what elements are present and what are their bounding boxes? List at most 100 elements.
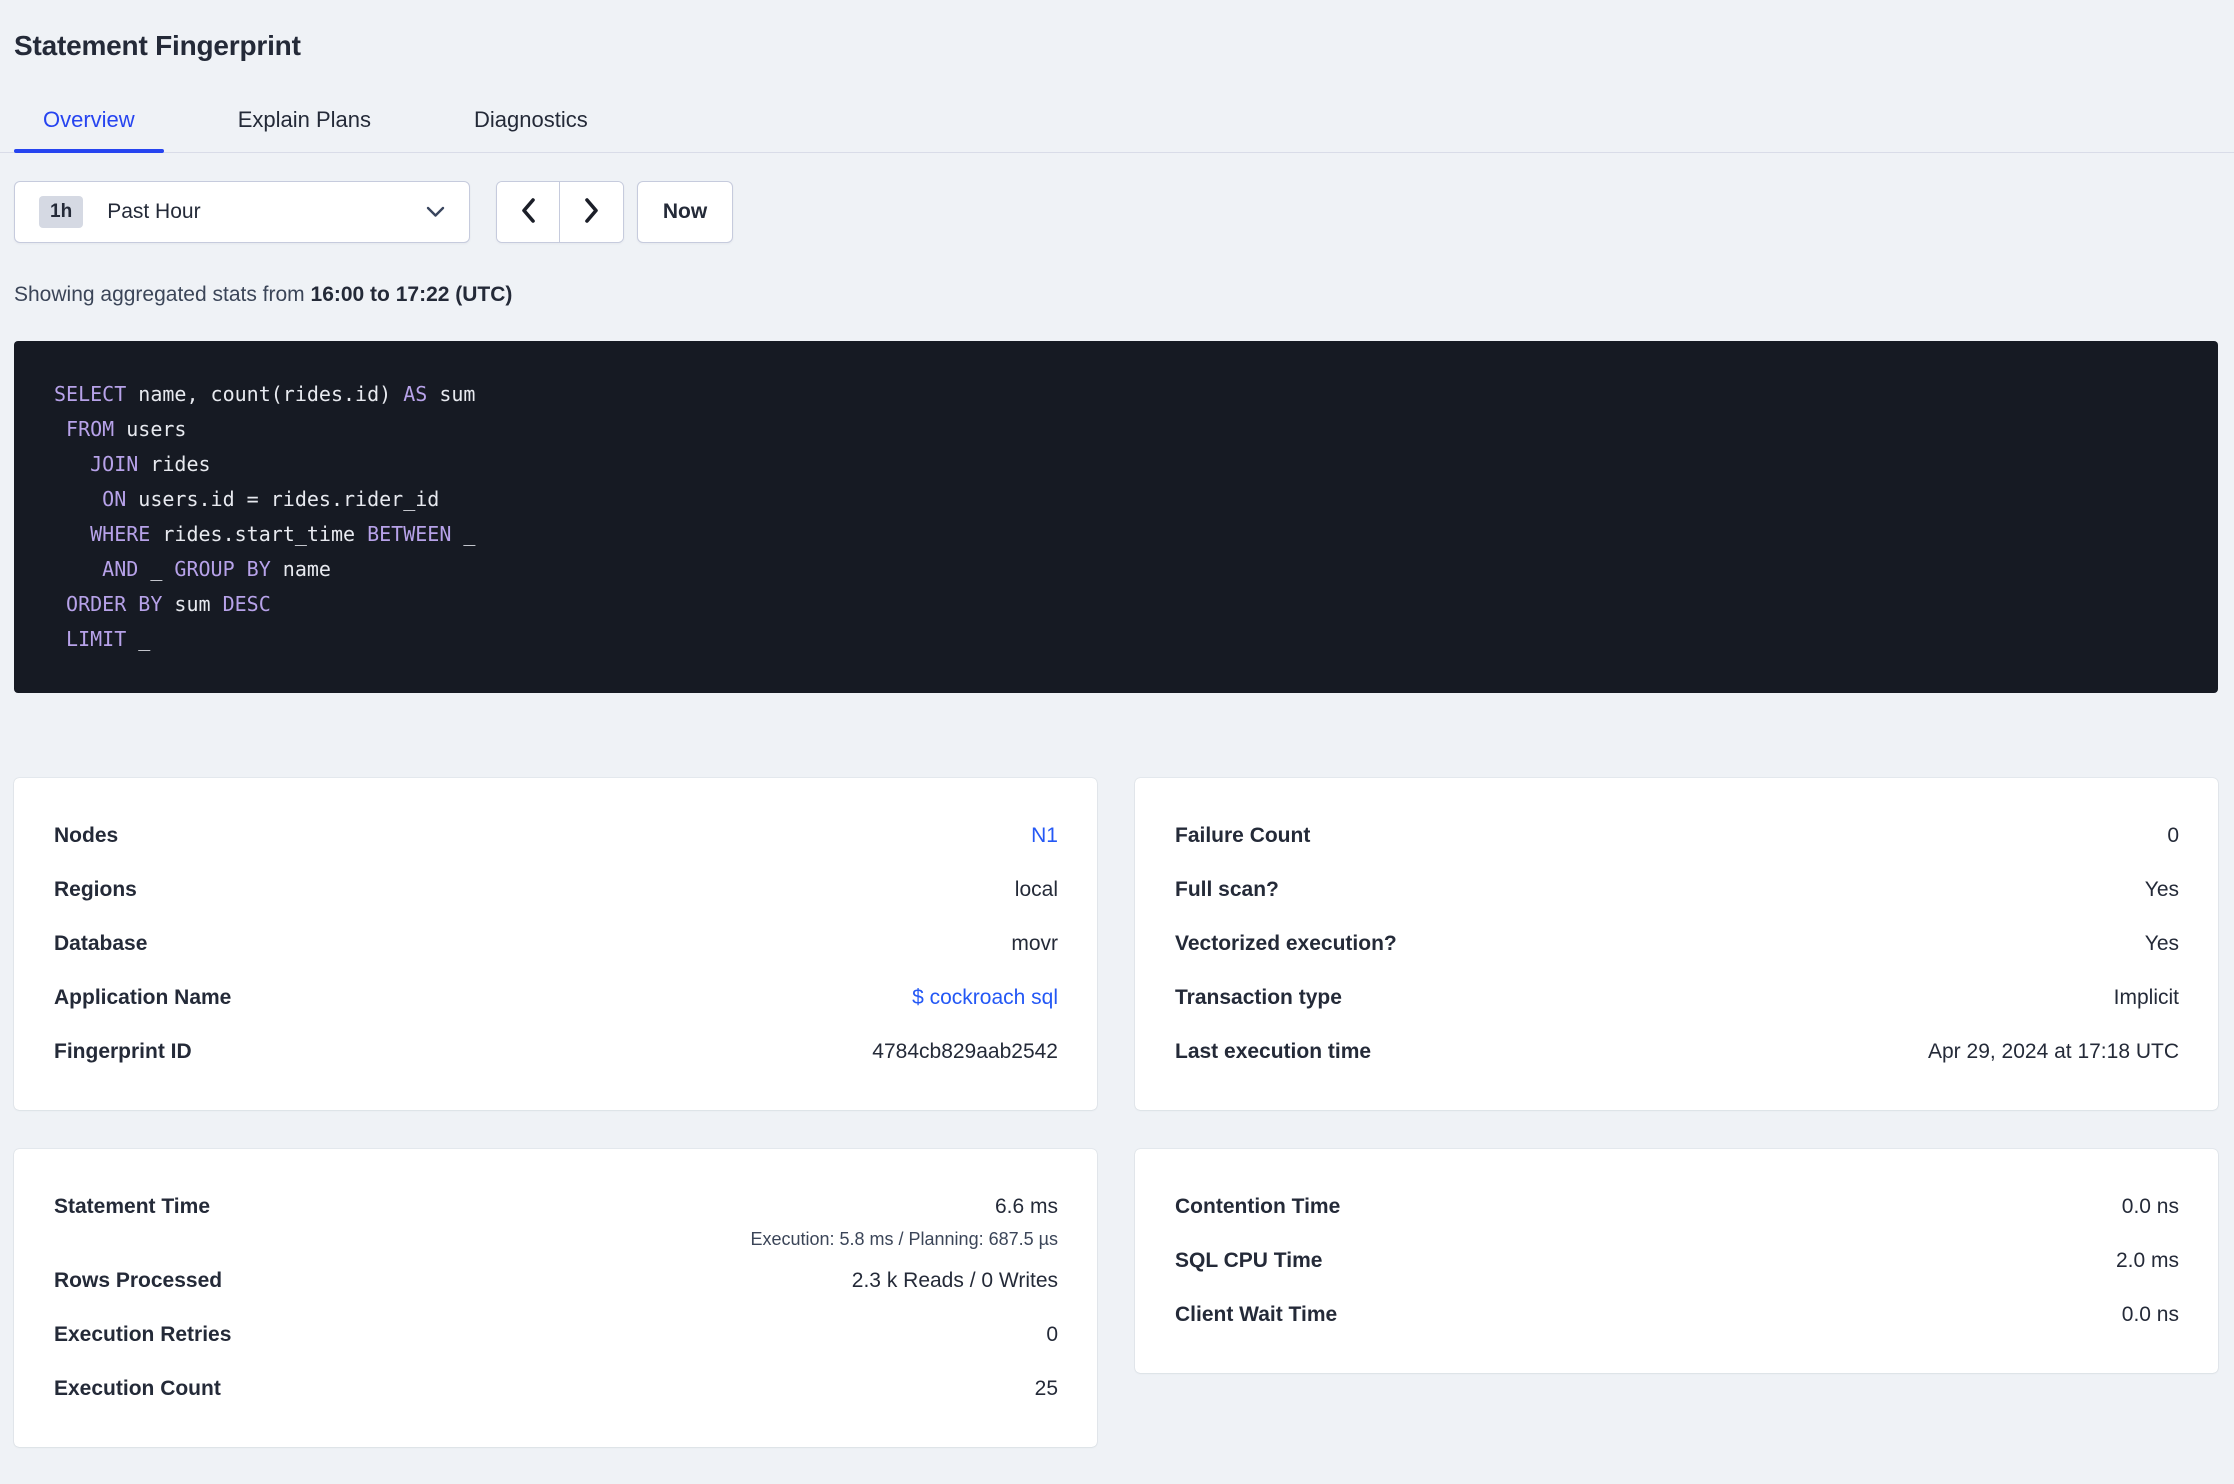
row-label: Vectorized execution? bbox=[1175, 932, 1397, 955]
row-value: Yes bbox=[2144, 932, 2179, 955]
row-label: Contention Time bbox=[1175, 1195, 1341, 1218]
row-label: Failure Count bbox=[1175, 824, 1311, 847]
sql-text: sum bbox=[162, 592, 223, 616]
sql-keyword: AND bbox=[102, 557, 139, 581]
card-row: Full scan? Yes bbox=[1175, 863, 2179, 917]
sql-text: name, count(rides.id) bbox=[126, 382, 404, 406]
now-button[interactable]: Now bbox=[637, 181, 733, 243]
next-time-range-button[interactable] bbox=[560, 182, 623, 242]
tab-label: Diagnostics bbox=[474, 107, 588, 132]
timing-breakdown-card: Contention Time 0.0 ns SQL CPU Time 2.0 ms C… bbox=[1135, 1149, 2218, 1373]
row-value: 0.0 ns bbox=[2121, 1195, 2179, 1218]
card-row: Fingerprint ID 4784cb829aab2542 bbox=[54, 1025, 1058, 1079]
chevron-left-icon bbox=[519, 197, 538, 227]
time-range-dropdown[interactable]: 1h Past Hour bbox=[14, 181, 470, 243]
sql-text: rides.start_time bbox=[150, 522, 368, 546]
card-row: Last execution time Apr 29, 2024 at 17:18… bbox=[1175, 1025, 2179, 1079]
sql-text: name bbox=[270, 557, 331, 581]
sql-keyword: BETWEEN bbox=[367, 522, 452, 546]
tab-label: Overview bbox=[43, 107, 135, 132]
row-value: 0.0 ns bbox=[2121, 1303, 2179, 1326]
row-value: movr bbox=[1011, 932, 1058, 955]
tab-overview[interactable]: Overview bbox=[14, 106, 164, 153]
card-row: Statement Time 6.6 ms Execution: 5.8 ms / … bbox=[54, 1180, 1058, 1254]
sql-text: _ bbox=[138, 557, 175, 581]
sql-text: sum bbox=[427, 382, 476, 406]
row-value-wrap: N1 bbox=[1031, 809, 1058, 863]
aggregated-stats-line: Showing aggregated stats from 16:00 to 1… bbox=[14, 283, 2218, 307]
sql-keyword: DESC bbox=[222, 592, 271, 616]
card-row: Execution Retries 0 bbox=[54, 1308, 1058, 1362]
sql-line: ON users.id = rides.rider_id bbox=[54, 482, 2178, 517]
sql-text: _ bbox=[451, 522, 476, 546]
sql-text: rides bbox=[138, 452, 211, 476]
sql-line: LIMIT _ bbox=[54, 622, 2178, 657]
card-row: Execution Count 25 bbox=[54, 1362, 1058, 1416]
card-row: Client Wait Time 0.0 ns bbox=[1175, 1288, 2179, 1342]
row-label: Last execution time bbox=[1175, 1040, 1372, 1063]
sql-line: AND _ GROUP BY name bbox=[54, 552, 2178, 587]
row-value-wrap: 25 bbox=[1035, 1362, 1058, 1416]
row-value-wrap: 4784cb829aab2542 bbox=[872, 1025, 1058, 1079]
row-value-wrap: 2.3 k Reads / 0 Writes bbox=[852, 1254, 1058, 1308]
sql-text: _ bbox=[126, 627, 151, 651]
aggregated-stats-range: 16:00 to 17:22 (UTC) bbox=[310, 283, 513, 306]
sql-keyword: LIMIT bbox=[66, 627, 127, 651]
row-label: Nodes bbox=[54, 824, 119, 847]
row-value-wrap: $ cockroach sql bbox=[912, 971, 1058, 1025]
row-label: Database bbox=[54, 932, 148, 955]
page-title: Statement Fingerprint bbox=[14, 30, 301, 61]
card-row: Contention Time 0.0 ns bbox=[1175, 1180, 2179, 1234]
tab-explain-plans[interactable]: Explain Plans bbox=[209, 106, 400, 152]
row-value: Apr 29, 2024 at 17:18 UTC bbox=[1928, 1040, 2179, 1063]
row-value: 0 bbox=[2167, 824, 2179, 847]
card-row: Database movr bbox=[54, 917, 1058, 971]
chevron-down-icon bbox=[426, 206, 445, 218]
row-label: Statement Time bbox=[54, 1195, 210, 1218]
card-row: SQL CPU Time 2.0 ms bbox=[1175, 1234, 2179, 1288]
sql-line: SELECT name, count(rides.id) AS sum bbox=[54, 377, 2178, 412]
row-value: Yes bbox=[2144, 878, 2179, 901]
row-label: Full scan? bbox=[1175, 878, 1279, 901]
row-value-wrap: Yes bbox=[2145, 917, 2179, 971]
row-label: Application Name bbox=[54, 986, 232, 1009]
row-value: local bbox=[1014, 878, 1058, 901]
row-value-wrap: 0 bbox=[2167, 809, 2179, 863]
statement-fingerprint-page: Statement Fingerprint Overview Explain Pl… bbox=[0, 26, 2234, 1447]
row-value: 2.0 ms bbox=[2115, 1249, 2179, 1272]
summary-cards: Nodes N1 Regions local Database movr Applicati… bbox=[14, 778, 2218, 1447]
row-label: Transaction type bbox=[1175, 986, 1342, 1009]
sql-line: JOIN rides bbox=[54, 447, 2178, 482]
row-value: 25 bbox=[1034, 1377, 1058, 1400]
sql-text: users bbox=[114, 417, 187, 441]
sql-keyword: WHERE bbox=[90, 522, 151, 546]
row-value-link[interactable]: N1 bbox=[1031, 809, 1058, 863]
sql-line: ORDER BY sum DESC bbox=[54, 587, 2178, 622]
previous-time-range-button[interactable] bbox=[497, 182, 560, 242]
sql-keyword: SELECT bbox=[54, 382, 127, 406]
row-label: Rows Processed bbox=[54, 1269, 223, 1292]
card-row: Regions local bbox=[54, 863, 1058, 917]
row-label: Client Wait Time bbox=[1175, 1303, 1338, 1326]
row-value-link[interactable]: $ cockroach sql bbox=[912, 971, 1058, 1025]
sql-statement: SELECT name, count(rides.id) AS sum FROM… bbox=[14, 341, 2218, 693]
sql-keyword: AS bbox=[403, 382, 428, 406]
execution-info-card: Failure Count 0 Full scan? Yes Vectorized ex… bbox=[1135, 778, 2218, 1110]
row-value-wrap: local bbox=[1015, 863, 1058, 917]
time-controls: 1h Past Hour Now bbox=[14, 181, 2218, 243]
active-tab-indicator bbox=[14, 149, 164, 153]
card-row: Rows Processed 2.3 k Reads / 0 Writes bbox=[54, 1254, 1058, 1308]
row-value: Implicit bbox=[2113, 986, 2179, 1009]
card-row: Failure Count 0 bbox=[1175, 809, 2179, 863]
sql-keyword: ON bbox=[102, 487, 127, 511]
row-value: 4784cb829aab2542 bbox=[872, 1040, 1058, 1063]
tab-label: Explain Plans bbox=[237, 107, 371, 132]
tab-diagnostics[interactable]: Diagnostics bbox=[445, 106, 617, 152]
tab-bar: Overview Explain Plans Diagnostics bbox=[0, 106, 2234, 153]
time-range-badge: 1h bbox=[39, 196, 84, 228]
